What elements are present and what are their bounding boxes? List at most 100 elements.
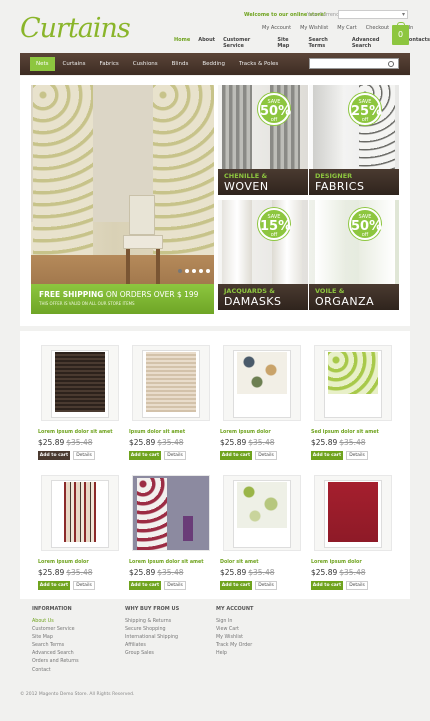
product-image[interactable] xyxy=(314,475,392,551)
details-button[interactable]: Details xyxy=(255,451,277,460)
discount-badge: SAVE 25% off xyxy=(349,93,382,125)
footer-link[interactable]: Track My Order xyxy=(216,642,253,650)
product-price: $25.89 $35.48 xyxy=(311,438,366,447)
copyright: © 2012 Magento Demo Store. All Rights Re… xyxy=(20,692,135,697)
footer-link[interactable]: View Cart xyxy=(216,626,253,634)
slide-dot-5[interactable] xyxy=(206,269,210,273)
cat-curtains[interactable]: Curtains xyxy=(57,57,92,71)
free-shipping-banner[interactable]: FREE SHIPPING ON ORDERS OVER $ 199 THIS … xyxy=(31,284,214,314)
details-button[interactable]: Details xyxy=(346,581,368,590)
product-image[interactable] xyxy=(132,475,210,551)
slide-dot-1[interactable] xyxy=(178,269,182,273)
nav-home[interactable]: Home xyxy=(174,37,190,49)
product-card: Lorem ipsum dolor sit amet $25.89 $35.48 … xyxy=(129,475,217,600)
product-image[interactable] xyxy=(132,345,210,421)
hero-slide-image[interactable] xyxy=(31,85,214,313)
cat-cushions[interactable]: Cushions xyxy=(127,57,164,71)
product-image[interactable] xyxy=(41,345,119,421)
footer-link[interactable]: Secure Shopping xyxy=(125,626,179,634)
footer-link[interactable]: Help xyxy=(216,650,253,658)
product-price: $25.89 $35.48 xyxy=(129,568,184,577)
promo-tile-jacquards[interactable]: SAVE 15% off JACQUARDS & DAMASKS xyxy=(218,200,308,310)
product-image[interactable] xyxy=(314,345,392,421)
slide-dot-2[interactable] xyxy=(185,269,189,273)
cat-blinds[interactable]: Blinds xyxy=(166,57,195,71)
add-to-cart-button[interactable]: Add to cart xyxy=(38,451,70,460)
footer-link[interactable]: About Us xyxy=(32,618,79,626)
slide-dot-3[interactable] xyxy=(192,269,196,273)
promo-label: DESIGNER FABRICS xyxy=(309,169,399,195)
promo-tile-designer[interactable]: SAVE 25% off DESIGNER FABRICS xyxy=(309,85,399,195)
add-to-cart-button[interactable]: Add to cart xyxy=(311,581,343,590)
product-name[interactable]: Lorem ipsum dolor sit amet xyxy=(129,560,204,565)
footer-link[interactable]: Group Sales xyxy=(125,650,179,658)
nav-site-map[interactable]: Site Map xyxy=(277,37,300,49)
footer-link[interactable]: Advanced Search xyxy=(32,650,79,658)
product-card: Lorem ipsum dolor $25.89 $35.48 Add to ca… xyxy=(220,345,308,470)
footer-col-my-account: MY ACCOUNT Sign In View Cart My Wishlist… xyxy=(216,606,253,658)
promo-tile-voile[interactable]: SAVE 50% off VOILE & ORGANZA xyxy=(309,200,399,310)
details-button[interactable]: Details xyxy=(164,451,186,460)
footer-link[interactable]: Shipping & Returns xyxy=(125,618,179,626)
currency-select[interactable] xyxy=(338,10,408,19)
product-name[interactable]: Lorem ipsum dolor sit amet xyxy=(38,430,113,435)
product-name[interactable]: Lorem ipsum dolor xyxy=(38,560,89,565)
product-image[interactable] xyxy=(223,475,301,551)
product-name[interactable]: Dolor sit amet xyxy=(220,560,259,565)
promo-tile-chenille[interactable]: SAVE 50% off CHENILLE & WOVEN xyxy=(218,85,308,195)
cat-tracks-poles[interactable]: Tracks & Poles xyxy=(233,57,284,71)
cat-nets[interactable]: Nets xyxy=(30,57,55,71)
search-input[interactable] xyxy=(309,58,399,69)
details-button[interactable]: Details xyxy=(73,451,95,460)
product-name[interactable]: Sed ipsum dolor sit amet xyxy=(311,430,379,435)
site-logo[interactable]: Curtains xyxy=(20,13,131,44)
nav-search-terms[interactable]: Search Terms xyxy=(308,37,343,49)
slider-pagination[interactable] xyxy=(178,269,210,273)
product-price: $25.89 $35.48 xyxy=(220,568,275,577)
footer-link[interactable]: Contact xyxy=(32,667,79,675)
product-image[interactable] xyxy=(41,475,119,551)
footer-link[interactable]: International Shipping xyxy=(125,634,179,642)
link-my-account[interactable]: My Account xyxy=(262,25,291,31)
cart-count: 0 xyxy=(397,30,404,39)
product-image[interactable] xyxy=(223,345,301,421)
add-to-cart-button[interactable]: Add to cart xyxy=(129,451,161,460)
cat-bedding[interactable]: Bedding xyxy=(196,57,231,71)
footer-link[interactable]: Orders and Returns xyxy=(32,658,79,666)
discount-badge: SAVE 50% off xyxy=(258,93,291,125)
footer-link[interactable]: Affiliates xyxy=(125,642,179,650)
cat-fabrics[interactable]: Fabrics xyxy=(94,57,125,71)
product-name[interactable]: Lorem ipsum dolor xyxy=(220,430,271,435)
link-my-cart[interactable]: My Cart xyxy=(337,25,356,31)
footer-link[interactable]: Sign In xyxy=(216,618,253,626)
nav-customer-service[interactable]: Customer Service xyxy=(223,37,269,49)
slide-dot-4[interactable] xyxy=(199,269,203,273)
add-to-cart-button[interactable]: Add to cart xyxy=(220,581,252,590)
banner-subtext: THIS OFFER IS VALID ON ALL OUR STORE ITE… xyxy=(39,301,135,306)
add-to-cart-button[interactable]: Add to cart xyxy=(220,451,252,460)
product-card: Lorem ipsum dolor sit amet $25.89 $35.48 … xyxy=(38,345,126,470)
product-card: Lorem ipsum dolor $25.89 $35.48 Add to ca… xyxy=(38,475,126,600)
link-my-wishlist[interactable]: My Wishlist xyxy=(300,25,328,31)
product-card: Sed ipsum dolor sit amet $25.89 $35.48 Ad… xyxy=(311,345,399,470)
details-button[interactable]: Details xyxy=(164,581,186,590)
footer-link[interactable]: Customer Service xyxy=(32,626,79,634)
footer-heading: WHY BUY FROM US xyxy=(125,606,180,612)
details-button[interactable]: Details xyxy=(255,581,277,590)
add-to-cart-button[interactable]: Add to cart xyxy=(38,581,70,590)
nav-about[interactable]: About xyxy=(198,37,215,49)
product-price: $25.89 $35.48 xyxy=(311,568,366,577)
add-to-cart-button[interactable]: Add to cart xyxy=(311,451,343,460)
add-to-cart-button[interactable]: Add to cart xyxy=(129,581,161,590)
nav-advanced-search[interactable]: Advanced Search xyxy=(352,37,397,49)
product-name[interactable]: Ipsum dolor sit amet xyxy=(129,430,185,435)
footer-link[interactable]: Search Terms xyxy=(32,642,79,650)
footer-link[interactable]: Site Map xyxy=(32,634,79,642)
product-price: $25.89 $35.48 xyxy=(38,438,93,447)
details-button[interactable]: Details xyxy=(73,581,95,590)
link-checkout[interactable]: Checkout xyxy=(366,25,389,31)
product-name[interactable]: Lorem ipsum dolor xyxy=(311,560,362,565)
cart-bag-icon[interactable]: 0 xyxy=(392,22,409,45)
details-button[interactable]: Details xyxy=(346,451,368,460)
footer-link[interactable]: My Wishlist xyxy=(216,634,253,642)
